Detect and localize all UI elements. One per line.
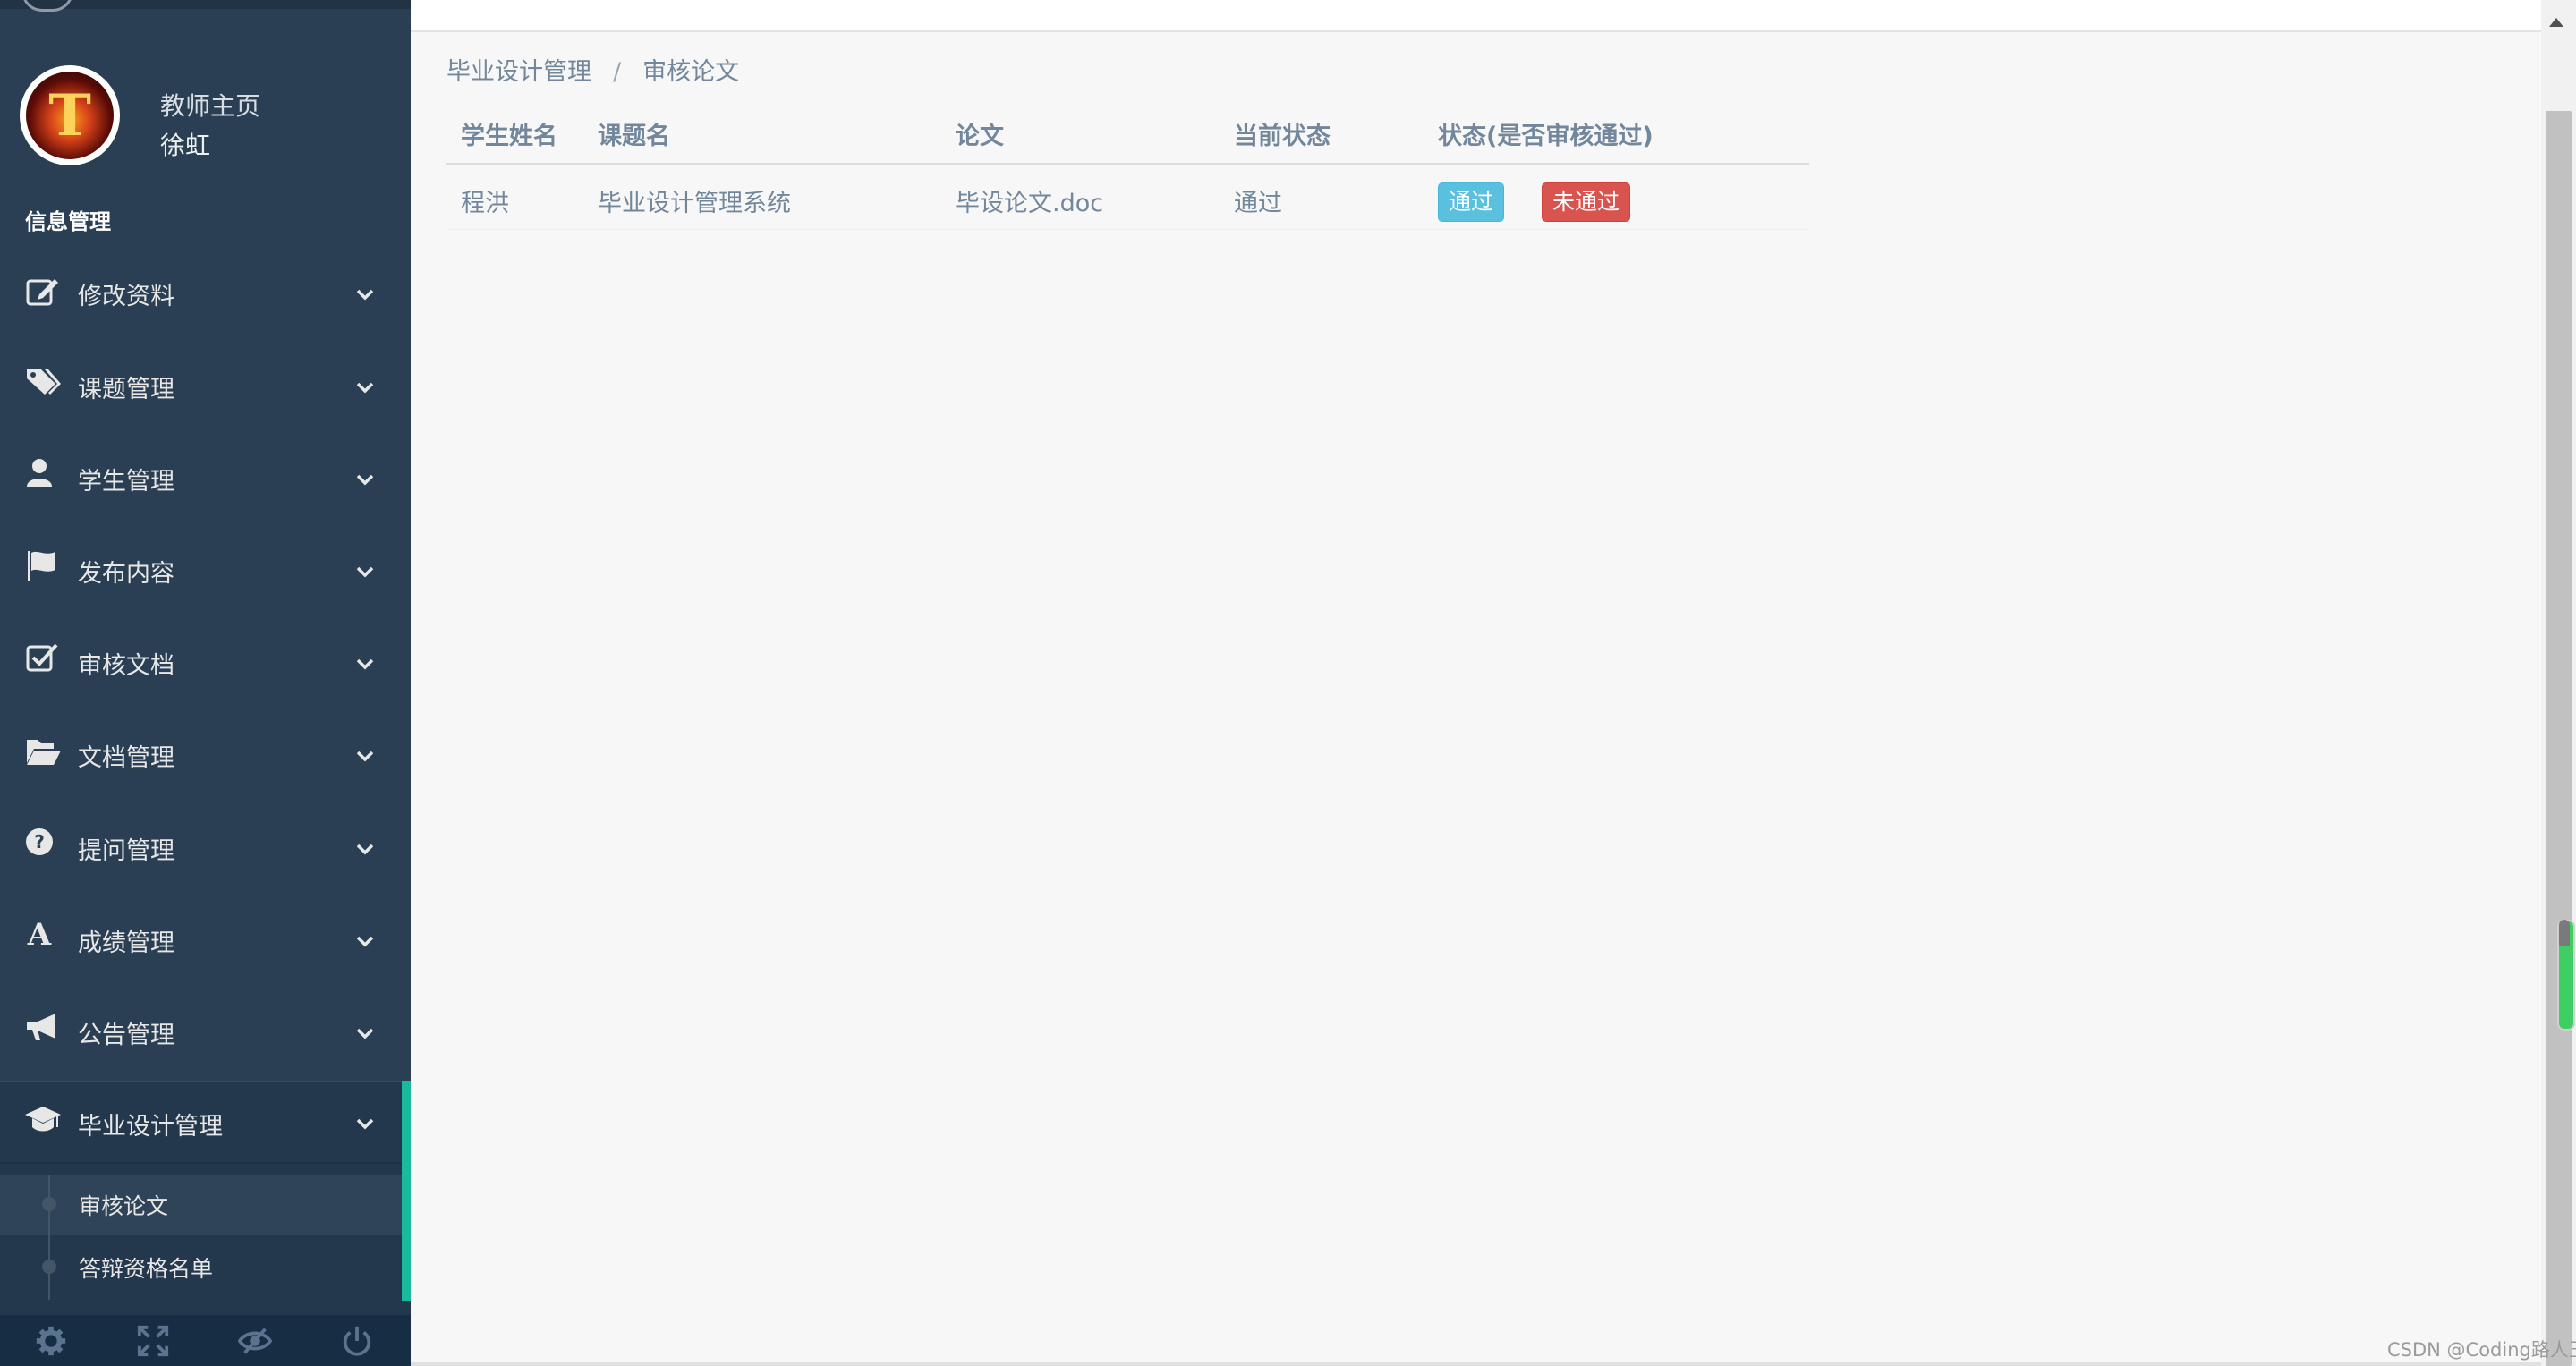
- sidebar-item-label: 文档管理: [78, 744, 174, 772]
- profile-name: 徐虹: [160, 131, 211, 160]
- question-circle-icon: ?: [26, 828, 53, 855]
- settings-button[interactable]: [0, 1322, 102, 1360]
- submenu-item-defense-list[interactable]: 答辩资格名单: [79, 1251, 213, 1284]
- chevron-down-icon: [356, 382, 374, 394]
- sidebar-item-graduation-design[interactable]: 毕业设计管理: [0, 1082, 411, 1163]
- cell-current-status: 通过: [1234, 190, 1282, 217]
- scroll-up-arrow-icon[interactable]: [2549, 18, 2563, 27]
- column-header-topic: 课题名: [598, 123, 670, 150]
- font-icon: A: [27, 918, 52, 953]
- column-header-paper: 论文: [956, 123, 1004, 150]
- breadcrumb-separator: /: [613, 58, 622, 86]
- submenu-line: [48, 1175, 50, 1300]
- chevron-down-icon: [356, 751, 374, 762]
- sidebar-item-label: 学生管理: [78, 468, 174, 496]
- lock-icon: [238, 1328, 272, 1354]
- column-header-student: 学生姓名: [461, 123, 557, 150]
- sidebar-item-documents[interactable]: 文档管理: [0, 715, 411, 795]
- row-divider: [446, 229, 1809, 230]
- chevron-down-icon: [356, 1118, 374, 1130]
- page-bottom-border: [411, 1362, 2541, 1366]
- top-nav-border: [411, 30, 2541, 32]
- top-nav: [411, 9, 2541, 30]
- column-header-current-status: 当前状态: [1234, 123, 1331, 150]
- sidebar-item-publish[interactable]: 发布内容: [0, 530, 411, 611]
- lock-button[interactable]: [204, 1322, 306, 1360]
- chevron-down-icon: [356, 474, 374, 486]
- submenu-active-highlight: [0, 1175, 402, 1235]
- chevron-down-icon: [356, 566, 374, 578]
- sidebar-item-label: 修改资料: [78, 283, 174, 310]
- chevron-down-icon: [356, 658, 374, 670]
- watermark: CSDN @Coding路人王: [2387, 1339, 2576, 1361]
- avatar-image: T: [26, 72, 114, 159]
- top-nav-strip: [411, 0, 2576, 9]
- scrollbar-thumb[interactable]: [2546, 111, 2572, 1366]
- sidebar-item-label: 课题管理: [78, 376, 174, 403]
- sidebar-item-label: 毕业设计管理: [78, 1113, 223, 1141]
- user-icon: [27, 459, 52, 487]
- sidebar-item-label: 审核文档: [78, 652, 174, 680]
- bullhorn-icon: [27, 1014, 55, 1040]
- sidebar-item-label: 成绩管理: [78, 929, 174, 957]
- sidebar-footer: [0, 1315, 411, 1366]
- breadcrumb-current: 审核论文: [642, 58, 740, 86]
- tags-icon: [27, 369, 61, 395]
- sidebar-item-review-docs[interactable]: 审核文档: [0, 623, 411, 703]
- cell-topic: 毕业设计管理系统: [598, 190, 791, 217]
- svg-text:A: A: [27, 918, 52, 953]
- edit-icon: [26, 279, 58, 306]
- sidebar-item-label: 发布内容: [78, 560, 174, 588]
- sidebar-item-label: 公告管理: [78, 1022, 174, 1049]
- breadcrumb: 毕业设计管理 / 审核论文: [446, 52, 739, 87]
- chevron-down-icon: [356, 844, 374, 855]
- sidebar-item-edit-profile[interactable]: 修改资料: [0, 253, 411, 334]
- cell-student: 程洪: [461, 190, 509, 217]
- approve-button[interactable]: 通过: [1438, 182, 1505, 222]
- floating-widget-cap: [2559, 920, 2570, 946]
- sidebar-item-questions[interactable]: ? 提问管理: [0, 808, 411, 888]
- svg-text:?: ?: [34, 831, 45, 853]
- fullscreen-button[interactable]: [102, 1322, 204, 1360]
- graduation-cap-icon: [25, 1107, 61, 1132]
- column-header-review-status: 状态(是否审核通过): [1438, 123, 1654, 150]
- chevron-down-icon: [356, 289, 374, 301]
- submenu-dot-icon: [42, 1197, 56, 1211]
- chevron-down-icon: [356, 1028, 374, 1039]
- submenu-item-review-paper[interactable]: 审核论文: [79, 1189, 168, 1221]
- chevron-down-icon: [356, 936, 374, 947]
- section-title: 信息管理: [25, 209, 111, 234]
- check-square-icon: [26, 643, 58, 672]
- sidebar-item-topics[interactable]: 课题管理: [0, 346, 411, 427]
- logout-icon: [343, 1326, 371, 1356]
- reject-button[interactable]: 未通过: [1542, 182, 1631, 222]
- sidebar-item-students[interactable]: 学生管理: [0, 438, 411, 519]
- fullscreen-icon: [137, 1325, 169, 1357]
- table-header-divider: [446, 163, 1809, 165]
- submenu-dot-icon: [42, 1260, 56, 1274]
- cell-paper: 毕设论文.doc: [956, 190, 1104, 217]
- settings-icon: [36, 1326, 66, 1356]
- sidebar-item-grades[interactable]: A 成绩管理: [0, 900, 411, 980]
- flag-icon: [28, 551, 55, 581]
- sidebar-item-label: 提问管理: [78, 837, 174, 865]
- sidebar-item-announcements[interactable]: 公告管理: [0, 992, 411, 1073]
- sidebar: T 教师主页 徐虹 信息管理 修改资料 课题管理 学生管理 发布内容 审核文档 …: [0, 0, 411, 1366]
- logout-button[interactable]: [306, 1322, 408, 1360]
- profile-welcome: 教师主页: [160, 91, 261, 121]
- breadcrumb-parent[interactable]: 毕业设计管理: [446, 58, 591, 86]
- avatar[interactable]: T: [20, 65, 120, 165]
- folder-open-icon: [27, 740, 61, 765]
- site-logo-icon[interactable]: [21, 0, 73, 12]
